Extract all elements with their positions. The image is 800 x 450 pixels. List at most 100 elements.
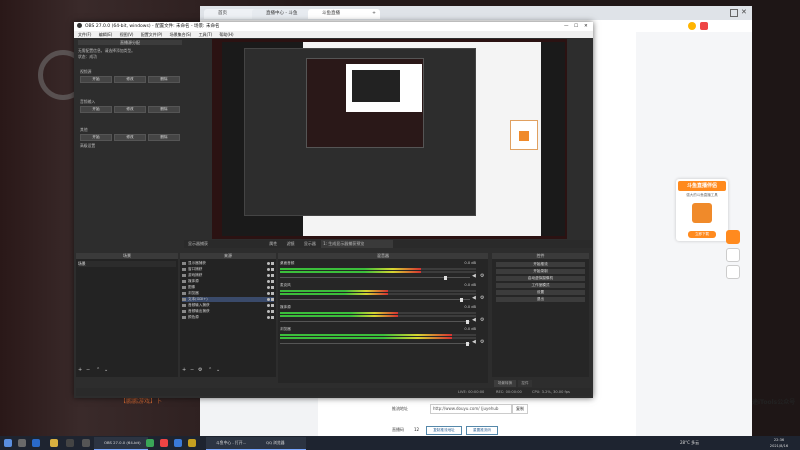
source-item-selected[interactable]: 文本(GDI+) (182, 297, 274, 302)
copy-button[interactable]: 复制 (512, 404, 528, 414)
taskbar-app-browser[interactable]: 斗鱼中心 - 打开... (206, 437, 260, 450)
reset-code-link[interactable]: 重置推流码 (466, 426, 498, 435)
tab-scene-transitions[interactable]: 场景转换 (494, 380, 516, 387)
lock-icon[interactable] (271, 298, 274, 301)
source-item[interactable]: 音频输入捕获 (182, 303, 274, 308)
sidebar-share-button[interactable] (726, 265, 740, 279)
maximize-icon[interactable]: ☐ (574, 22, 578, 31)
menu-file[interactable]: 文件(F) (78, 32, 91, 37)
visibility-icon[interactable] (267, 268, 270, 271)
lock-icon[interactable] (271, 268, 274, 271)
terminal-icon[interactable] (66, 439, 74, 447)
remove-icon[interactable]: − (86, 367, 90, 373)
sidebar-live-button[interactable] (726, 230, 740, 244)
move-up-icon[interactable]: ⌃ (208, 367, 212, 373)
add-icon[interactable]: + (78, 367, 82, 373)
menu-help[interactable]: 帮助(H) (219, 32, 233, 37)
taskbar-app-obs[interactable]: OBS 27.0.0 (64-bit) (94, 437, 148, 450)
virtual-camera-button[interactable]: 启动虚拟摄像机 (496, 276, 585, 281)
visibility-icon[interactable] (267, 280, 270, 283)
source-item[interactable]: 图像 (182, 285, 274, 290)
gear-icon[interactable]: ⚙ (480, 295, 484, 301)
move-down-icon[interactable]: ⌄ (104, 367, 108, 373)
speaker-icon[interactable]: ◀ (472, 273, 476, 279)
visibility-icon[interactable] (267, 286, 270, 289)
gear-icon[interactable]: ⚙ (480, 339, 484, 345)
settings-button[interactable]: 设置 (496, 290, 585, 295)
exit-button[interactable]: 退出 (496, 297, 585, 302)
visibility-icon[interactable] (267, 298, 270, 301)
taskbar-clock[interactable]: 22:36 2021/8/16 (760, 437, 798, 449)
edge-icon[interactable] (32, 439, 40, 447)
gear-icon[interactable]: ⚙ (198, 367, 202, 373)
weather-widget[interactable]: 28°C 多云 (680, 437, 699, 449)
minimize-icon[interactable]: — (564, 22, 569, 31)
menu-edit[interactable]: 编辑(E) (99, 32, 113, 37)
app-icon[interactable] (174, 439, 182, 447)
gear-icon[interactable]: ⚙ (480, 317, 484, 323)
remove-icon[interactable]: − (190, 367, 194, 373)
properties-button[interactable]: 属性 (269, 241, 277, 246)
display-select[interactable]: 1: 生成显示器捕获预览 (321, 240, 394, 248)
start-button[interactable]: 开始 (80, 106, 112, 113)
stream-url-field[interactable]: http://www.douyu.com/ (juyehub (430, 404, 512, 414)
volume-slider[interactable] (280, 341, 470, 346)
delete-button[interactable]: 删除 (148, 134, 180, 141)
add-icon[interactable]: + (182, 367, 186, 373)
close-icon[interactable]: ✕ (584, 22, 588, 31)
volume-slider[interactable] (280, 297, 470, 302)
start-button[interactable]: 开始 (80, 134, 112, 141)
folder-icon[interactable] (50, 439, 58, 447)
visibility-icon[interactable] (267, 262, 270, 265)
delete-button[interactable]: 删除 (148, 106, 180, 113)
tab-controls[interactable]: 控件 (518, 380, 532, 387)
menu-profile[interactable]: 配置文件(P) (141, 32, 163, 37)
edit-button[interactable]: 修改 (114, 106, 146, 113)
obs-taskbar-icon[interactable] (82, 439, 90, 447)
app-icon[interactable] (188, 439, 196, 447)
source-item[interactable]: 音频输出捕获 (182, 309, 274, 314)
taskbar-app-qq[interactable]: QQ 浏览器 (256, 437, 306, 450)
gear-icon[interactable]: ⚙ (480, 273, 484, 279)
visibility-icon[interactable] (267, 316, 270, 319)
lock-icon[interactable] (271, 262, 274, 265)
slider-knob[interactable] (466, 319, 469, 324)
source-item[interactable]: 浏览器 (182, 291, 274, 296)
copy-code-link[interactable]: 复制推流地址 (426, 426, 462, 435)
speaker-icon[interactable]: ◀ (472, 317, 476, 323)
new-tab-button[interactable]: + (370, 9, 378, 19)
visibility-icon[interactable] (267, 310, 270, 313)
lock-icon[interactable] (271, 286, 274, 289)
delete-button[interactable]: 删除 (148, 76, 180, 83)
slider-knob[interactable] (444, 275, 447, 280)
source-item[interactable]: 显示器捕获 (182, 261, 274, 266)
slider-knob[interactable] (460, 297, 463, 302)
studio-mode-button[interactable]: 工作室模式 (496, 283, 585, 288)
menu-tools[interactable]: 工具(T) (199, 32, 213, 37)
move-up-icon[interactable]: ⌃ (96, 367, 100, 373)
move-down-icon[interactable]: ⌄ (216, 367, 220, 373)
source-item[interactable]: 游戏捕获 (182, 273, 274, 278)
wechat-icon[interactable] (146, 439, 154, 447)
source-item[interactable]: 媒体源 (182, 279, 274, 284)
visibility-icon[interactable] (267, 274, 270, 277)
source-item[interactable]: 颜色源 (182, 315, 274, 320)
lock-icon[interactable] (271, 304, 274, 307)
start-button[interactable]: 开始 (80, 76, 112, 83)
menu-icon[interactable] (700, 22, 708, 30)
scene-item[interactable]: 场景 (78, 261, 176, 267)
edit-button[interactable]: 修改 (114, 134, 146, 141)
edit-button[interactable]: 修改 (114, 76, 146, 83)
visibility-icon[interactable] (267, 304, 270, 307)
lock-icon[interactable] (271, 310, 274, 313)
ad-card[interactable]: 斗鱼直播伴侣 强大的斗鱼直播工具 立即下载 (676, 179, 728, 241)
menu-scene-collection[interactable]: 场景集合(S) (170, 32, 192, 37)
sidebar-settings-button[interactable] (726, 248, 740, 262)
start-recording-button[interactable]: 开始录制 (496, 269, 585, 274)
start-icon[interactable] (4, 439, 12, 447)
ad-download-button[interactable]: 立即下载 (688, 231, 716, 238)
volume-slider[interactable] (280, 319, 470, 324)
lock-icon[interactable] (271, 274, 274, 277)
source-item[interactable]: 窗口捕获 (182, 267, 274, 272)
app-icon[interactable] (160, 439, 168, 447)
